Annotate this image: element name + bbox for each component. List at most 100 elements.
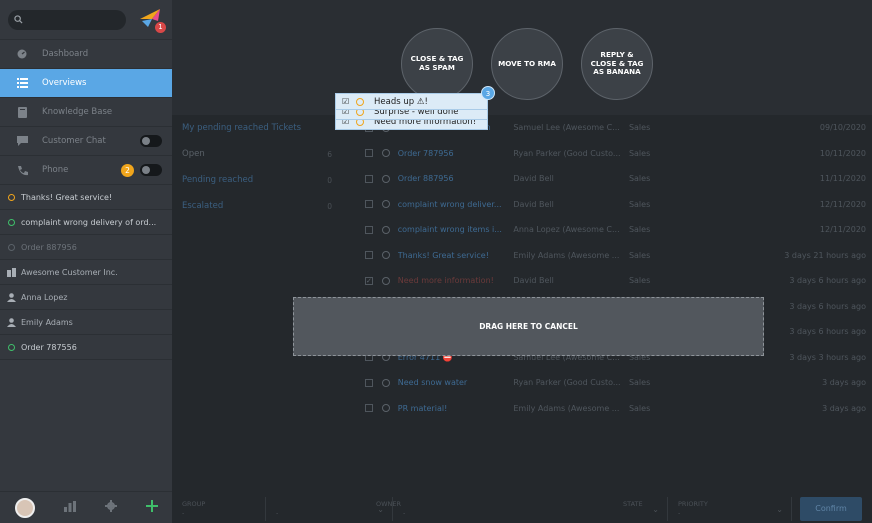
ticket-customer[interactable]: Ryan Parker (Good Custo... (513, 149, 629, 158)
nav-dashboard[interactable]: Dashboard (0, 40, 172, 69)
recent-label: Anna Lopez (21, 292, 68, 302)
ticket-customer[interactable]: David Bell (513, 200, 629, 209)
recent-item[interactable]: Awesome Customer Inc. (0, 260, 172, 285)
ticket-group: Sales (628, 225, 651, 235)
bulk-action-bar: GROUP - OWNER - ⌄ STATE - ⌄ PRIORITY - ⌄… (172, 494, 872, 523)
priority-select[interactable]: PRIORITY - ⌄ (668, 496, 792, 521)
ticket-group: Sales (628, 199, 651, 209)
overview-item[interactable]: Escalated 0 (172, 193, 342, 219)
overview-label: Open (182, 149, 205, 159)
ticket-customer[interactable]: Anna Lopez (Awesome C... (513, 225, 629, 234)
ticket-customer[interactable]: Samuel Lee (Awesome C... (513, 123, 629, 132)
table-row[interactable]: complaint wrong deliver... David Bell Sale… (350, 192, 872, 218)
macro-label: REPLY & CLOSE & TAG AS BANANA (590, 50, 644, 77)
ticket-title[interactable]: Order 887956 (398, 174, 514, 183)
phone-icon (16, 164, 28, 176)
ticket-title[interactable]: Order 787956 (398, 149, 514, 158)
nav-label: Knowledge Base (42, 107, 113, 117)
nav-label: Overviews (42, 78, 87, 88)
chat-icon (16, 135, 28, 147)
chevron-down-icon: ⌄ (652, 504, 659, 514)
select-value: - (403, 508, 406, 517)
recent-item[interactable]: Anna Lopez (0, 285, 172, 310)
ticket-group: Sales (628, 403, 651, 413)
table-row[interactable]: Order 887956 David Bell Sales 11/11/2020 (350, 166, 872, 192)
avatar[interactable] (14, 497, 35, 518)
table-row[interactable]: ✓ Need more information! David Bell Sales 3 … (350, 268, 872, 294)
ticket-title[interactable]: Need snow water (398, 378, 514, 387)
state-select[interactable]: STATE - ⌄ (393, 496, 668, 521)
table-row[interactable]: PR material! Emily Adams (Awesome ... Sale… (350, 396, 872, 422)
owner-select[interactable]: OWNER - ⌄ (266, 496, 401, 521)
ticket-title[interactable]: Need more information! (398, 276, 514, 285)
ticket-customer[interactable]: Ryan Parker (Good Custo... (513, 378, 629, 387)
overview-item[interactable]: My pending reached Tickets (172, 115, 342, 141)
chevron-down-icon: ⌄ (776, 504, 783, 514)
row-checkbox[interactable]: ✓ (365, 276, 373, 285)
search-field[interactable] (8, 9, 126, 30)
row-checkbox[interactable] (365, 174, 373, 183)
overview-item[interactable]: Open 6 (172, 141, 342, 167)
ticket-group: Sales (628, 378, 651, 388)
recent-item[interactable]: Order 887956 (0, 235, 172, 260)
search-icon (14, 15, 23, 24)
recent-item[interactable]: Thanks! Great service! (0, 185, 172, 210)
ticket-customer[interactable]: David Bell (513, 174, 629, 183)
ticket-title[interactable]: PR material! (398, 404, 514, 413)
drag-count-badge: 3 (481, 86, 495, 100)
macro-label: CLOSE & TAG AS SPAM (410, 54, 464, 72)
overview-count: 0 (327, 175, 332, 185)
nav-customer-chat[interactable]: Customer Chat (0, 127, 172, 156)
ticket-customer[interactable]: David Bell (513, 276, 629, 285)
row-checkbox[interactable] (365, 404, 373, 413)
nav-knowledge-base[interactable]: Knowledge Base (0, 98, 172, 127)
recent-label: complaint wrong delivery of ord... (21, 217, 157, 227)
sidebar: 1 Dashboard Overviews Knowledge Base Cus… (0, 0, 172, 523)
overview-item[interactable]: Pending reached 0 (172, 167, 342, 193)
status-ring-icon (381, 200, 390, 209)
recent-item[interactable]: complaint wrong delivery of ord... (0, 210, 172, 235)
recent-label: Awesome Customer Inc. (21, 267, 118, 277)
group-select[interactable]: GROUP - (172, 496, 266, 521)
macro-move-to-rma[interactable]: MOVE TO RMA (491, 28, 563, 100)
status-ring-icon (381, 378, 390, 387)
confirm-button[interactable]: Confirm (800, 496, 862, 521)
gear-icon[interactable] (104, 500, 117, 515)
user-icon (7, 317, 16, 327)
chat-toggle[interactable] (140, 135, 162, 147)
ticket-title[interactable]: complaint wrong deliver... (398, 200, 514, 209)
ticket-group: Sales (628, 250, 651, 260)
ticket-date: 09/10/2020 (819, 123, 866, 133)
checkbox-checked-icon: ☑ (342, 96, 350, 106)
ticket-date: 3 days 6 hours ago (789, 276, 866, 286)
table-row[interactable]: Order 787956 Ryan Parker (Good Custo... Sa… (350, 141, 872, 167)
ticket-title[interactable]: complaint wrong items i... (398, 225, 514, 234)
row-checkbox[interactable] (365, 225, 373, 234)
nav-phone[interactable]: Phone 2 (0, 156, 172, 185)
ticket-customer[interactable]: Emily Adams (Awesome ... (513, 251, 629, 260)
table-row[interactable]: Need snow water Ryan Parker (Good Custo..… (350, 370, 872, 396)
row-checkbox[interactable] (365, 251, 373, 260)
macro-reply-close-tag-banana[interactable]: REPLY & CLOSE & TAG AS BANANA (581, 28, 653, 100)
row-checkbox[interactable] (365, 378, 373, 387)
row-checkbox[interactable] (365, 149, 373, 158)
table-row[interactable]: complaint wrong items i... Anna Lopez (Aw… (350, 217, 872, 243)
phone-toggle[interactable] (140, 164, 162, 176)
ticket-customer[interactable]: Emily Adams (Awesome ... (513, 404, 629, 413)
drag-preview[interactable]: ☑ Need more information! ☑ Surprise - we… (335, 86, 495, 141)
ticket-title[interactable]: Thanks! Great service! (398, 251, 514, 260)
overview-label: My pending reached Tickets (182, 123, 302, 133)
stats-icon[interactable] (63, 500, 76, 515)
phone-badge: 2 (121, 163, 134, 177)
recent-item[interactable]: Order 787556 (0, 335, 172, 360)
table-row[interactable]: Thanks! Great service! Emily Adams (Aweso… (350, 243, 872, 269)
main-area: CLOSE & TAG AS SPAM MOVE TO RMA REPLY & … (172, 0, 872, 523)
nav-label: Dashboard (42, 49, 89, 59)
recent-item[interactable]: Emily Adams (0, 310, 172, 335)
nav-overviews[interactable]: Overviews (0, 69, 172, 98)
cancel-drop-zone[interactable]: DRAG HERE TO CANCEL (293, 297, 764, 356)
plus-icon[interactable] (145, 500, 158, 515)
logo[interactable]: 1 (138, 7, 166, 33)
row-checkbox[interactable] (365, 200, 373, 209)
macro-close-tag-spam[interactable]: CLOSE & TAG AS SPAM (401, 28, 473, 100)
